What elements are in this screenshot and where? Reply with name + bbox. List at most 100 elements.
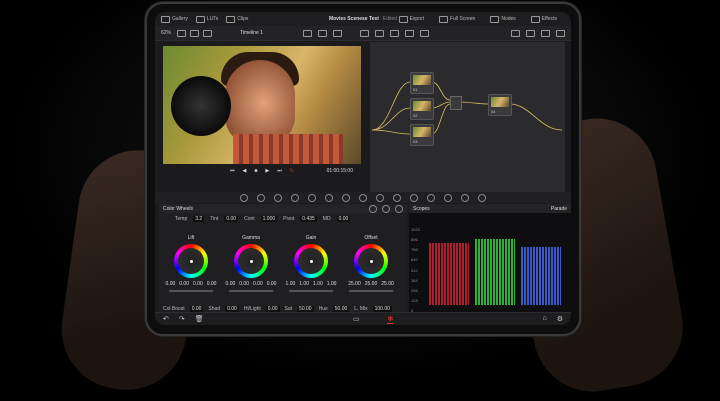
blur-icon[interactable]	[444, 193, 452, 202]
node[interactable]: 02	[410, 98, 434, 120]
nodes-button[interactable]: Nodes	[490, 15, 516, 23]
pointer-icon[interactable]	[359, 29, 369, 37]
node-tool-icon[interactable]	[389, 29, 399, 37]
play-icon[interactable]: ▶	[265, 168, 269, 174]
wheel-value[interactable]: 0.00	[166, 281, 176, 287]
hand-icon[interactable]	[374, 29, 384, 37]
redo-icon[interactable]: ↷	[179, 315, 185, 323]
step-back-icon[interactable]: ◀	[243, 168, 247, 174]
wheel-value[interactable]: 0.00	[179, 281, 189, 287]
monitor-icon[interactable]	[302, 29, 312, 37]
color-wheels-icon[interactable]	[274, 193, 282, 202]
timeline-name[interactable]: Timeline 1	[240, 30, 263, 36]
sliders-icon[interactable]	[395, 204, 403, 213]
stop-icon[interactable]: ■	[254, 168, 257, 174]
options-icon[interactable]	[556, 29, 565, 37]
key-icon[interactable]	[461, 193, 469, 202]
node[interactable]: 01	[410, 72, 434, 94]
param-value[interactable]: 0.435	[300, 215, 317, 222]
viewer-mode-icon[interactable]	[177, 29, 187, 37]
wheel-value[interactable]: 0.00	[239, 281, 249, 287]
export-button[interactable]: Export	[398, 15, 424, 23]
param-value[interactable]: 100.00	[372, 305, 392, 312]
wheel-value[interactable]: 1.00	[286, 281, 296, 287]
rgb-mixer-icon[interactable]	[308, 193, 316, 202]
wheel-value[interactable]: 1.00	[327, 281, 337, 287]
param-value[interactable]: 0.00	[336, 215, 351, 222]
hdr-icon[interactable]	[291, 193, 299, 202]
param-value[interactable]: 0.00	[224, 215, 239, 222]
settings-icon[interactable]: ⚙	[557, 315, 563, 323]
clips-button[interactable]: Clips	[226, 15, 248, 23]
trash-icon[interactable]: 🗑	[195, 315, 204, 323]
reset-icon[interactable]	[369, 204, 377, 213]
node[interactable]: 03	[410, 124, 434, 146]
grid-icon[interactable]	[526, 29, 535, 37]
wheel-value[interactable]: 0.00	[207, 281, 217, 287]
qualifier-icon[interactable]	[376, 193, 384, 202]
link-icon[interactable]	[404, 29, 414, 37]
video-frame[interactable]	[163, 46, 361, 164]
wheel-value[interactable]: 0.00	[267, 281, 277, 287]
zoom-level[interactable]: 62%	[161, 30, 171, 36]
skip-forward-icon[interactable]: ⏭	[277, 168, 282, 174]
wipe-icon[interactable]	[203, 29, 213, 37]
scope-mode-select[interactable]: Parade	[551, 206, 567, 212]
cut-page-icon[interactable]: ▭	[353, 315, 360, 324]
undo-history-icon[interactable]	[541, 29, 550, 37]
wheel-value[interactable]: 25.00	[365, 281, 378, 287]
skip-back-icon[interactable]: ⏮	[230, 168, 235, 174]
wheel-handle[interactable]	[369, 259, 373, 263]
color-warper-icon[interactable]	[359, 193, 367, 202]
mixer-node[interactable]	[450, 96, 462, 110]
color-wheel-disc[interactable]	[294, 244, 328, 278]
param-value[interactable]: 1.000	[260, 215, 278, 222]
color-wheel-disc[interactable]	[234, 244, 268, 278]
param-value[interactable]: 50.00	[297, 305, 314, 312]
wheel-value[interactable]: 1.00	[299, 281, 309, 287]
wheel-master-slider[interactable]	[289, 290, 333, 292]
full-screen-button[interactable]: Full Screen	[439, 15, 475, 23]
wheel-value[interactable]: 25.00	[348, 281, 361, 287]
loop-icon[interactable]: ↻	[290, 168, 294, 174]
gamma-wheel[interactable]: Gamma 0.00 0.00 0.00 0.00	[223, 235, 279, 292]
curves-icon[interactable]	[342, 193, 350, 202]
param-value[interactable]: 50.00	[332, 305, 350, 312]
split-view-icon[interactable]	[190, 29, 200, 37]
home-icon[interactable]: ⌂	[542, 315, 546, 323]
wheel-handle[interactable]	[309, 259, 313, 263]
camera-raw-icon[interactable]	[240, 193, 248, 202]
wheel-master-slider[interactable]	[229, 290, 273, 292]
wheel-master-slider[interactable]	[169, 290, 213, 292]
color-page-icon[interactable]: ✻	[387, 315, 394, 324]
wheel-value[interactable]: 25.00	[381, 281, 394, 287]
bars-icon[interactable]	[382, 204, 390, 213]
magic-mask-icon[interactable]	[427, 193, 435, 202]
audio-icon[interactable]	[317, 29, 327, 37]
wheel-value[interactable]: 0.00	[253, 281, 263, 287]
wheel-master-slider[interactable]	[349, 290, 393, 292]
color-wheel-disc[interactable]	[174, 244, 208, 278]
param-value[interactable]: 0.00	[189, 305, 204, 312]
motion-effects-icon[interactable]	[325, 193, 333, 202]
more-icon[interactable]	[332, 29, 342, 37]
color-match-icon[interactable]	[257, 193, 265, 202]
offset-wheel[interactable]: Offset 25.00 25.00 25.00	[343, 235, 399, 292]
lift-wheel[interactable]: Lift 0.00 0.00 0.00 0.00	[163, 235, 219, 292]
param-value[interactable]: 3.2	[193, 215, 205, 222]
wheel-value[interactable]: 0.00	[193, 281, 203, 287]
param-value[interactable]: 0.00	[225, 305, 239, 312]
color-wheel-disc[interactable]	[354, 244, 388, 278]
wheel-value[interactable]: 0.00	[226, 281, 236, 287]
gallery-button[interactable]: Gallery	[161, 15, 188, 23]
wheel-value[interactable]: 1.00	[313, 281, 323, 287]
crop-icon[interactable]	[419, 29, 429, 37]
wheel-handle[interactable]	[189, 259, 193, 263]
effects-button[interactable]: Effects	[530, 15, 557, 23]
luts-button[interactable]: LUTs	[195, 15, 218, 23]
wheel-handle[interactable]	[249, 259, 253, 263]
param-value[interactable]: 0.00	[265, 305, 280, 312]
sizing-icon[interactable]	[478, 193, 486, 202]
gain-wheel[interactable]: Gain 1.00 1.00 1.00 1.00	[283, 235, 339, 292]
node-graph[interactable]: 01 02 03 04	[370, 42, 565, 194]
